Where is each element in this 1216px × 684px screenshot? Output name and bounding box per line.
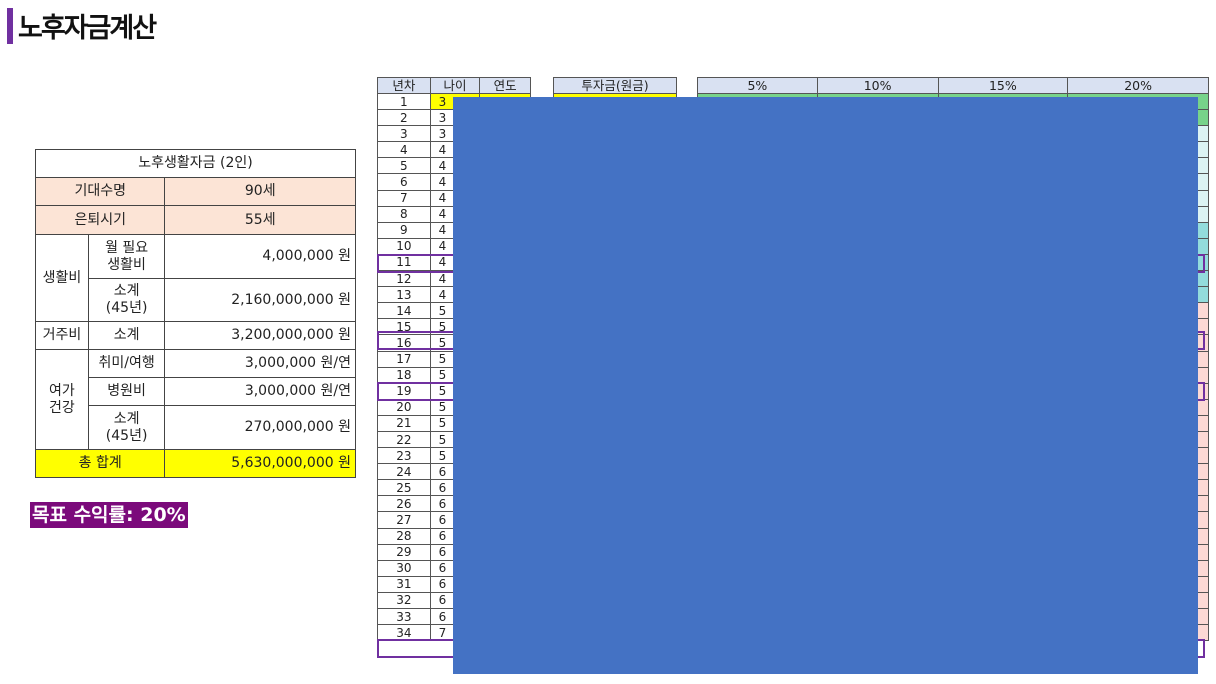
year-no-cell[interactable]: 17 [377, 350, 431, 368]
retire-label: 은퇴시기 [34, 205, 166, 235]
year-no-cell[interactable]: 28 [377, 527, 431, 545]
year-no-cell[interactable]: 20 [377, 398, 431, 416]
header-rate-10: 10% [816, 77, 939, 94]
year-no-cell[interactable]: 29 [377, 543, 431, 561]
header-rate-5: 5% [697, 77, 818, 94]
year-no-cell[interactable]: 6 [377, 173, 431, 191]
header-year-no: 년차 [377, 77, 431, 94]
year-no-cell[interactable]: 21 [377, 414, 431, 432]
total-value: 5,630,000,000 원 [164, 449, 356, 478]
hobby-label: 취미/여행 [87, 349, 166, 378]
leisure-sub-label: 소계 (45년) [87, 405, 166, 450]
living-sub-label: 소계 (45년) [87, 278, 166, 322]
year-no-cell[interactable]: 23 [377, 447, 431, 465]
year-no-cell[interactable]: 4 [377, 141, 431, 159]
year-no-cell[interactable]: 26 [377, 495, 431, 513]
year-no-cell[interactable]: 5 [377, 157, 431, 175]
living-sub-value: 2,160,000,000 원 [164, 278, 356, 322]
hospital-value: 3,000,000 원/연 [164, 377, 356, 406]
hospital-label: 병원비 [87, 377, 166, 406]
year-no-cell[interactable]: 32 [377, 591, 431, 610]
monthly-value: 4,000,000 원 [164, 234, 356, 279]
housing-sub-value: 3,200,000,000 원 [164, 321, 356, 350]
year-no-cell[interactable]: 3 [377, 125, 431, 143]
year-no-cell[interactable]: 31 [377, 575, 431, 593]
year-no-cell[interactable]: 2 [377, 109, 431, 127]
header-investment: 투자금(원금) [553, 77, 677, 94]
total-label: 총 합계 [34, 449, 166, 478]
year-no-cell[interactable]: 30 [377, 559, 431, 577]
housing-label: 거주비 [35, 321, 89, 350]
housing-sub-label: 소계 [87, 321, 166, 350]
year-no-cell[interactable]: 24 [377, 463, 431, 481]
year-no-cell[interactable]: 8 [377, 205, 431, 223]
header-rate-15: 15% [937, 77, 1069, 94]
leisure-sub-value: 270,000,000 원 [164, 405, 356, 450]
header-rate-20: 20% [1067, 77, 1209, 94]
year-no-cell[interactable]: 27 [377, 511, 431, 529]
leisure-label: 여가 건강 [35, 349, 89, 450]
year-no-cell[interactable]: 13 [377, 286, 431, 304]
year-no-cell[interactable]: 18 [377, 366, 431, 384]
header-age: 나이 [429, 77, 481, 94]
year-no-cell[interactable]: 10 [377, 237, 431, 255]
target-return-label: 목표 수익률: 20% [30, 502, 188, 528]
retirement-fund-table: 노후생활자금 (2인) 기대수명 90세 은퇴시기 55세 생활비 월 필요 생활비 4… [34, 149, 356, 478]
retire-value: 55세 [164, 205, 356, 235]
header-year: 연도 [479, 77, 531, 94]
living-label: 생활비 [35, 234, 89, 322]
fund-header: 노후생활자금 (2인) [35, 149, 356, 178]
life-value: 90세 [164, 177, 356, 206]
year-no-cell[interactable]: 7 [377, 189, 431, 207]
year-no-cell[interactable]: 25 [377, 479, 431, 497]
year-no-cell[interactable]: 33 [377, 607, 431, 626]
year-no-cell[interactable]: 1 [377, 92, 431, 111]
page-title: 노후자금계산 [18, 13, 157, 44]
monthly-label: 월 필요 생활비 [87, 234, 166, 279]
title-accent-bar [7, 8, 13, 44]
redaction-overlay [453, 97, 1198, 674]
year-no-cell[interactable]: 9 [377, 221, 431, 239]
year-no-cell[interactable]: 22 [377, 430, 431, 449]
year-no-cell[interactable]: 14 [377, 302, 431, 320]
life-label: 기대수명 [34, 177, 166, 206]
hobby-value: 3,000,000 원/연 [164, 349, 356, 378]
